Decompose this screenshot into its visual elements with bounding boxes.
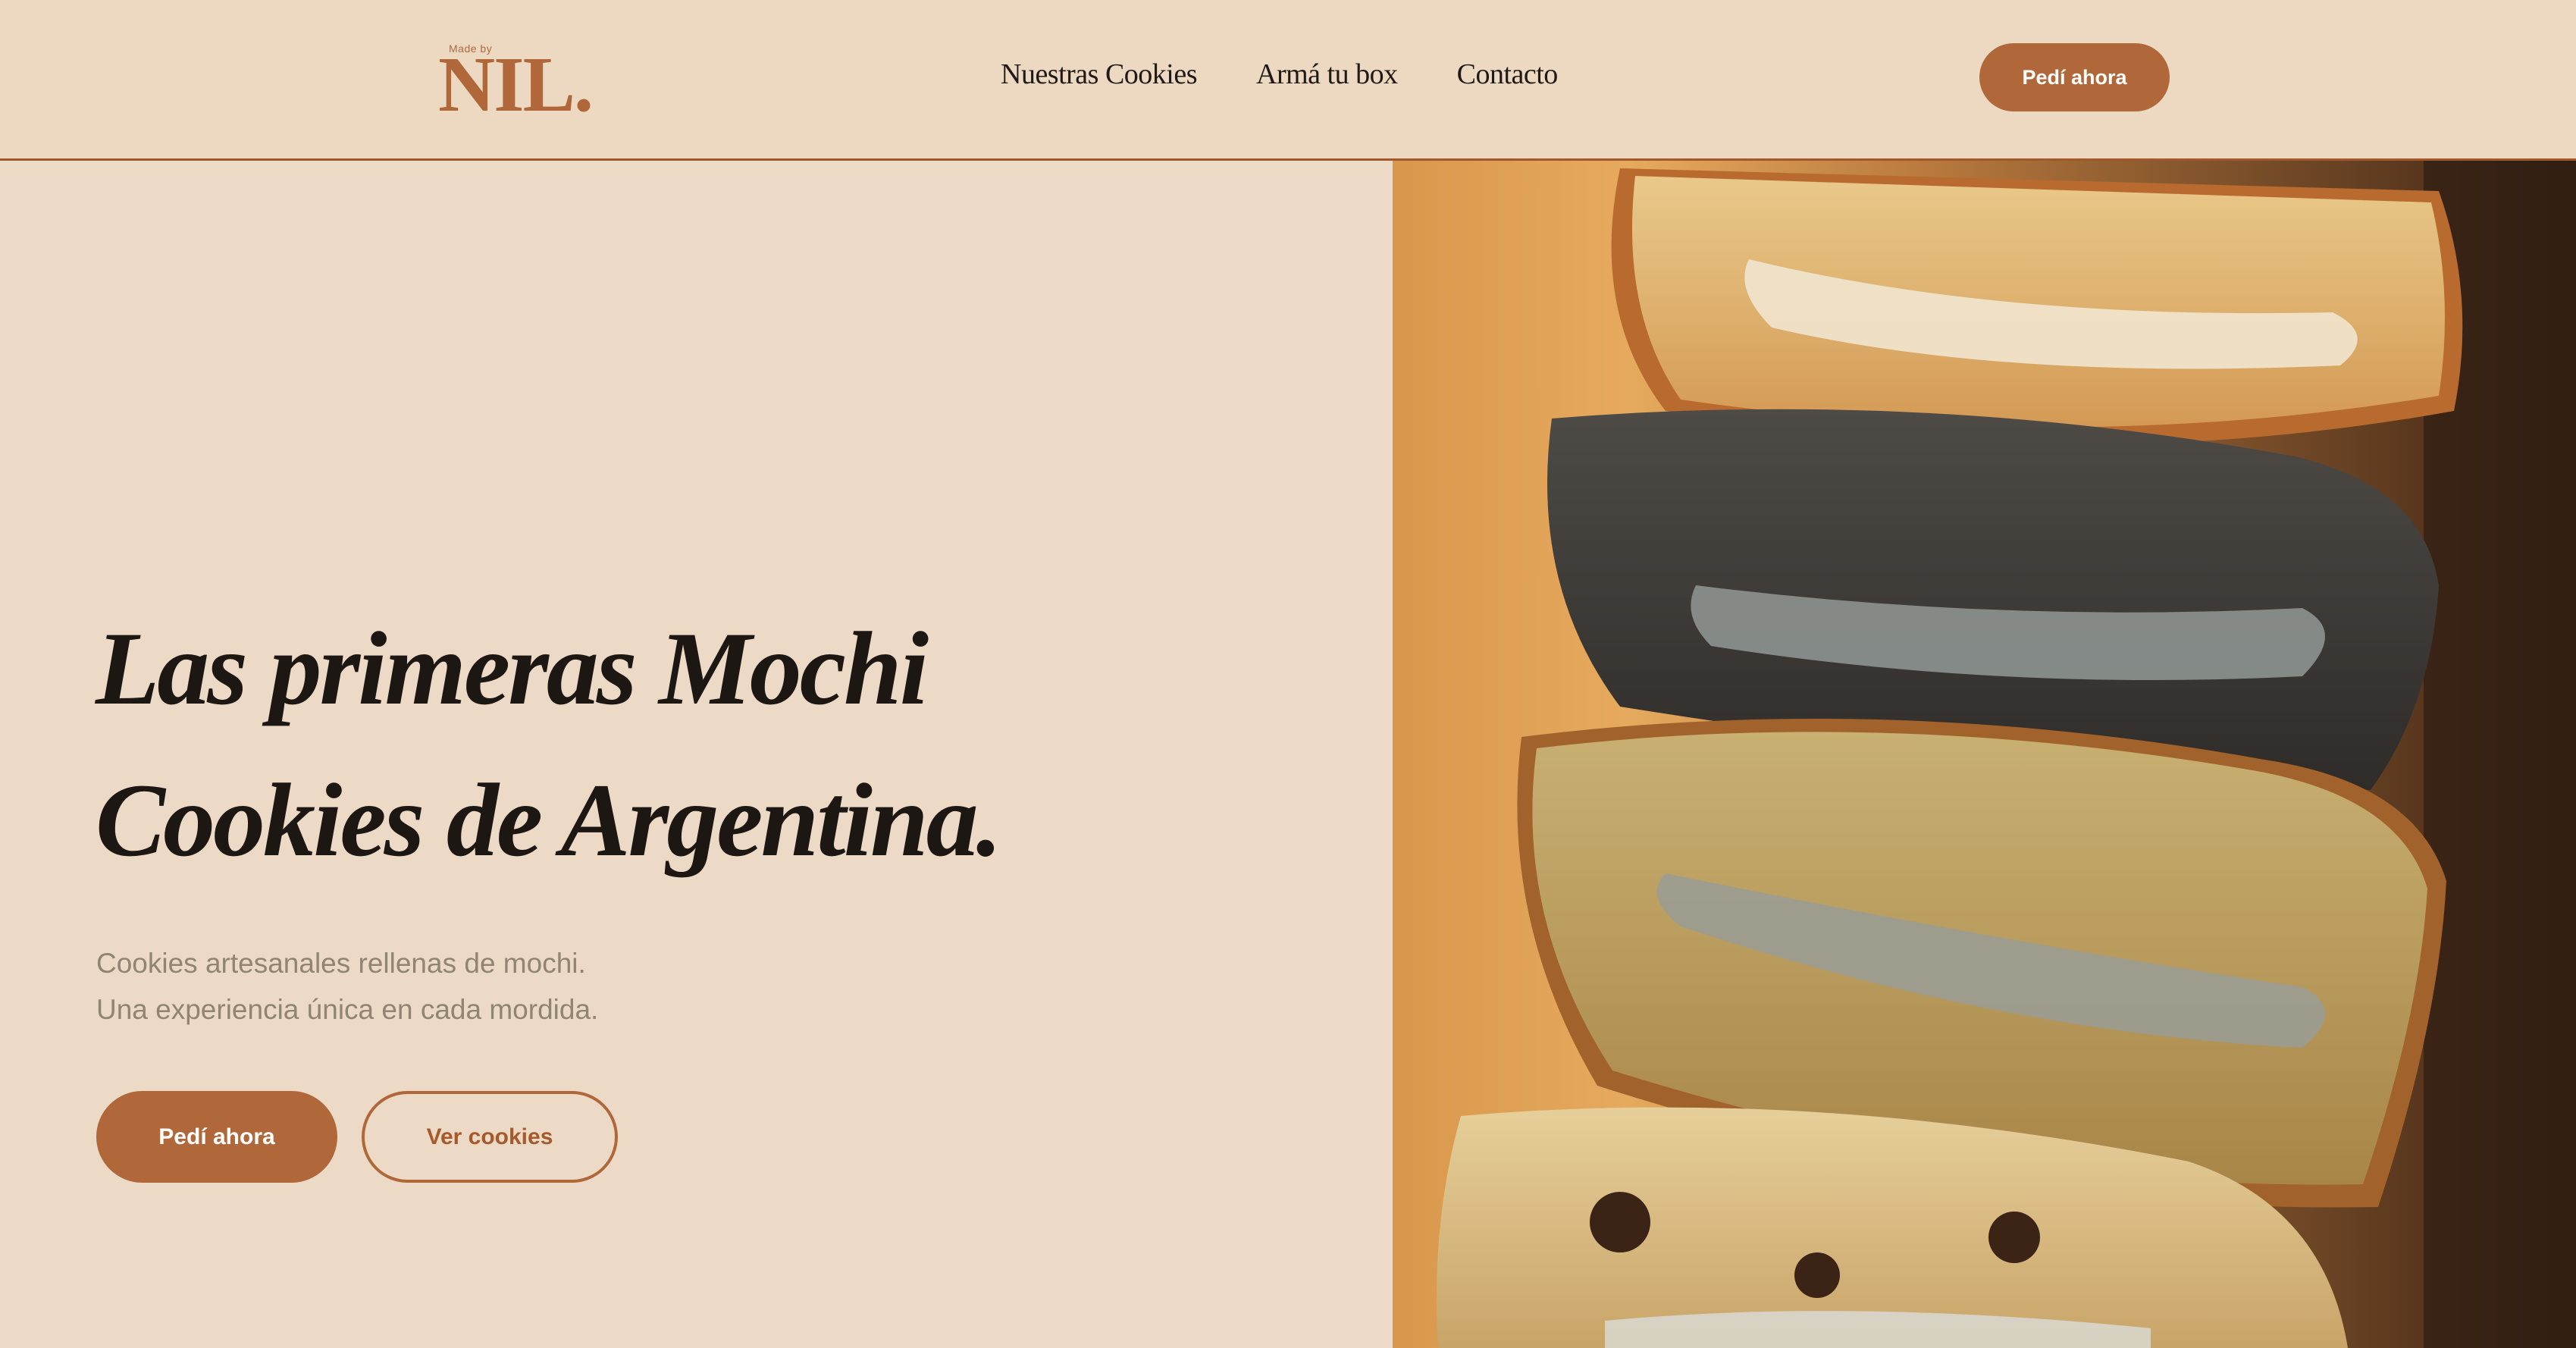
nav-link-arma-tu-box[interactable]: Armá tu box <box>1256 58 1398 91</box>
hero-actions: Pedí ahora Ver cookies <box>96 1091 618 1183</box>
hero-title-line-1: Las primeras Mochi <box>96 610 929 726</box>
nav-link-nuestras-cookies[interactable]: Nuestras Cookies <box>1001 58 1198 91</box>
hero-subtitle-line-1: Cookies artesanales rellenas de mochi. <box>96 948 586 979</box>
site-header: Made by NIL. Nuestras Cookies Armá tu bo… <box>0 0 2576 161</box>
hero-title: Las primeras Mochi Cookies de Argentina. <box>96 593 1233 896</box>
header-order-button[interactable]: Pedí ahora <box>1979 43 2170 111</box>
logo-wordmark: NIL. <box>438 41 594 128</box>
hero-title-line-2: Cookies de Argentina. <box>96 762 1002 878</box>
hero-subtitle-line-2: Una experiencia única en cada mordida. <box>96 994 599 1025</box>
main-nav: Nuestras Cookies Armá tu box Contacto <box>1001 58 1558 91</box>
brand-logo[interactable]: Made by NIL. <box>438 42 594 124</box>
nav-link-contacto[interactable]: Contacto <box>1457 58 1559 91</box>
hero-subtitle: Cookies artesanales rellenas de mochi. U… <box>96 940 598 1033</box>
view-cookies-button[interactable]: Ver cookies <box>362 1091 618 1183</box>
hero-order-button[interactable]: Pedí ahora <box>96 1091 337 1183</box>
hero-cookie-photo <box>1393 161 2576 1348</box>
